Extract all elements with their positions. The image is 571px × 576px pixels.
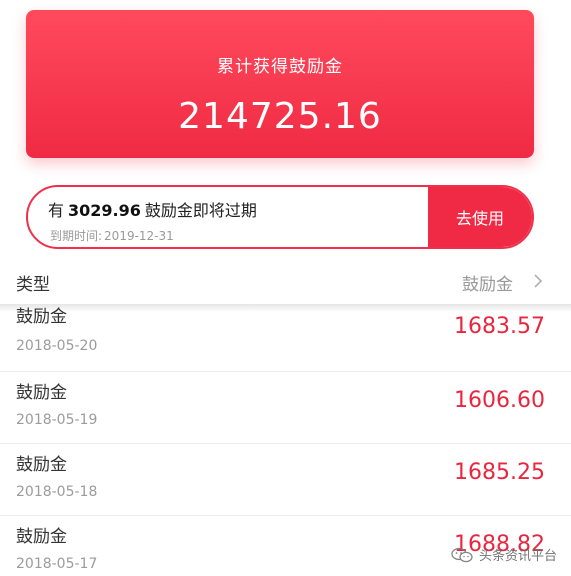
amount-filter[interactable]: 鼓励金 bbox=[462, 270, 513, 295]
item-title: 鼓励金 bbox=[16, 527, 67, 547]
item-amount: 1683.57 bbox=[454, 314, 545, 339]
item-amount: 1606.60 bbox=[454, 388, 545, 413]
item-amount: 1685.25 bbox=[454, 460, 545, 485]
summary-label: 累计获得鼓励金 bbox=[217, 57, 343, 77]
list-item[interactable]: 鼓励金 2018-05-18 1685.25 bbox=[0, 444, 571, 516]
due-label: 到期时间: bbox=[50, 229, 103, 243]
header-shadow bbox=[0, 304, 571, 312]
item-date: 2018-05-19 bbox=[16, 412, 98, 428]
expiring-banner: 有 3029.96 鼓励金即将过期 到期时间: 2019-12-31 去使用 bbox=[26, 185, 534, 249]
list-header: 类型 鼓励金 bbox=[0, 258, 571, 304]
watermark-text: 头条资讯平台 bbox=[478, 549, 557, 564]
expiring-due: 到期时间: 2019-12-31 bbox=[48, 227, 257, 244]
list-item[interactable]: 鼓励金 2018-05-19 1606.60 bbox=[0, 372, 571, 444]
item-date: 2018-05-18 bbox=[16, 484, 98, 500]
expiring-text: 有 3029.96 鼓励金即将过期 到期时间: 2019-12-31 bbox=[48, 197, 257, 244]
summary-total: 214725.16 bbox=[178, 96, 382, 137]
item-date: 2018-05-17 bbox=[16, 556, 98, 572]
watermark: 头条资讯平台 bbox=[451, 545, 557, 564]
item-title: 鼓励金 bbox=[16, 383, 67, 403]
item-title: 鼓励金 bbox=[16, 455, 67, 475]
item-date: 2018-05-20 bbox=[16, 338, 98, 354]
summary-card: 累计获得鼓励金 214725.16 bbox=[26, 10, 534, 158]
expiring-suffix: 鼓励金即将过期 bbox=[144, 201, 257, 220]
expiring-summary: 有 3029.96 鼓励金即将过期 bbox=[48, 197, 257, 221]
type-column-header: 类型 bbox=[16, 275, 50, 295]
use-now-button[interactable]: 去使用 bbox=[428, 187, 532, 247]
due-date: 2019-12-31 bbox=[104, 229, 174, 243]
expiring-amount: 3029.96 bbox=[68, 201, 141, 220]
page: 累计获得鼓励金 214725.16 有 3029.96 鼓励金即将过期 到期时间: 2… bbox=[0, 0, 571, 576]
reward-list: 鼓励金 2018-05-20 1683.57 鼓励金 2018-05-19 16… bbox=[0, 300, 571, 576]
expiring-prefix: 有 bbox=[48, 201, 65, 220]
wechat-icon bbox=[451, 547, 473, 562]
chevron-right-icon[interactable] bbox=[531, 274, 545, 288]
